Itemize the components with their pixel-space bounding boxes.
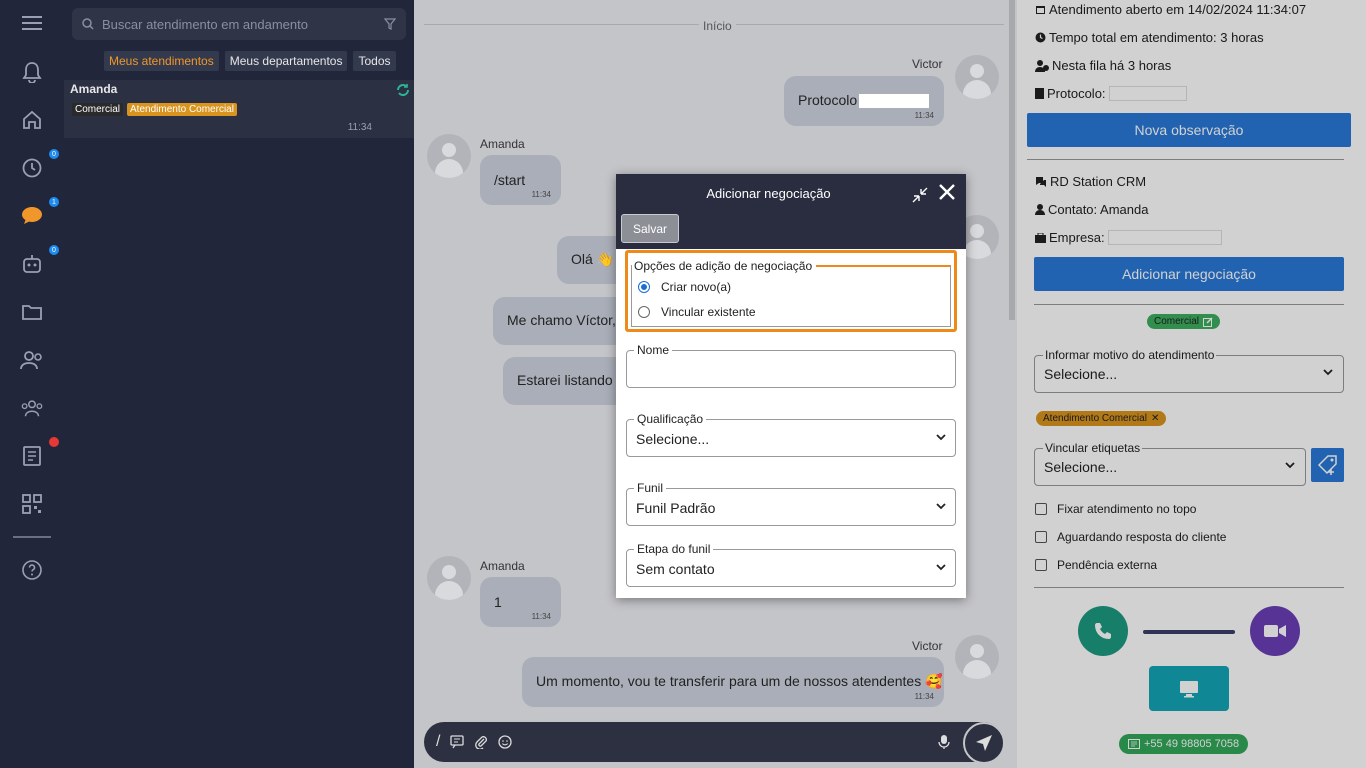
tag-service: Atendimento Comercial <box>127 103 237 116</box>
modal-title: Adicionar negociação <box>706 186 831 201</box>
chat-icon[interactable] <box>20 204 44 228</box>
radio-link-existing[interactable]: Vincular existente <box>638 305 756 319</box>
chevron-down-icon <box>936 564 946 571</box>
avatar <box>955 635 999 679</box>
funnel-label: Funil <box>634 481 667 495</box>
sender-name: Victor <box>912 639 943 653</box>
filter-tabs: Meus atendimentos Meus departamentos Tod… <box>104 51 396 71</box>
history-icon[interactable] <box>20 156 44 180</box>
qualification-value: Selecione... <box>636 431 710 447</box>
chat-scrollbar[interactable] <box>1009 0 1015 320</box>
deal-options-group: Opções de adição de negociação Criar nov… <box>625 250 957 332</box>
modal-backdrop <box>1017 0 1366 768</box>
avatar <box>955 55 999 99</box>
directory-badge <box>49 437 59 447</box>
conversation-time: 11:34 <box>347 122 372 133</box>
name-label: Nome <box>634 343 673 357</box>
funnel-select[interactable]: Funil Funil Padrão <box>626 481 956 526</box>
conversation-tags: Comercial Atendimento Comercial <box>72 103 237 116</box>
message-bubble[interactable]: Um momento, vou te transferir para um de… <box>522 657 944 707</box>
funnel-stage-select[interactable]: Etapa do funil Sem contato <box>626 542 956 587</box>
qr-icon[interactable] <box>20 492 44 516</box>
filter-icon[interactable] <box>384 18 396 30</box>
tab-my-chats[interactable]: Meus atendimentos <box>104 51 219 71</box>
emoji-icon[interactable] <box>498 735 513 749</box>
message-bubble[interactable]: Protocolo 11:34 <box>784 76 944 126</box>
groups-icon[interactable] <box>20 396 44 420</box>
message-text: 1 <box>494 594 502 610</box>
bell-icon[interactable] <box>20 60 44 84</box>
search-placeholder[interactable]: Buscar atendimento em andamento <box>102 17 384 32</box>
chevron-down-icon <box>936 434 946 441</box>
history-badge: 0 <box>49 149 59 159</box>
directory-icon[interactable] <box>20 444 44 468</box>
funnel-value: Funil Padrão <box>636 500 716 516</box>
date-label: Início <box>699 19 736 33</box>
microphone-icon[interactable] <box>938 734 950 750</box>
minimize-icon[interactable] <box>910 185 930 205</box>
tab-my-departments[interactable]: Meus departamentos <box>224 51 348 71</box>
message-time: 11:34 <box>914 692 934 701</box>
radio-link-label: Vincular existente <box>661 305 756 319</box>
details-panel: Atendimento aberto em 14/02/2024 11:34:0… <box>1017 0 1366 768</box>
chat-badge: 1 <box>49 197 59 207</box>
menu-icon[interactable] <box>20 11 44 35</box>
sender-name: Amanda <box>480 137 525 151</box>
message-text: Um momento, vou te transferir para um de… <box>536 673 943 689</box>
search-icon <box>82 18 94 30</box>
avatar <box>427 134 471 178</box>
conversation-name: Amanda <box>70 82 118 96</box>
radio-create-label: Criar novo(a) <box>661 280 732 294</box>
rail-divider <box>13 536 51 538</box>
message-composer[interactable]: / <box>424 722 1004 762</box>
message-text: Me chamo Víctor, <box>507 312 616 328</box>
sync-icon <box>396 83 410 100</box>
message-text: Estarei listando a <box>517 372 625 388</box>
attach-icon[interactable] <box>474 735 488 749</box>
radio-button[interactable] <box>638 281 650 293</box>
folder-icon[interactable] <box>20 300 44 324</box>
send-icon <box>976 735 992 751</box>
quick-reply-icon[interactable] <box>450 735 465 749</box>
message-text: Olá 👋 <box>571 251 615 267</box>
search-box[interactable]: Buscar atendimento em andamento <box>72 8 406 40</box>
name-field[interactable]: Nome <box>626 343 956 388</box>
sender-name: Amanda <box>480 559 525 573</box>
close-icon[interactable] <box>938 183 956 201</box>
options-legend: Opções de adição de negociação <box>632 259 817 273</box>
radio-button[interactable] <box>638 306 650 318</box>
bot-icon[interactable] <box>20 252 44 276</box>
send-button[interactable] <box>963 722 1005 764</box>
nav-rail: 0 1 0 <box>0 0 64 768</box>
funnel-stage-value: Sem contato <box>636 561 715 577</box>
chevron-down-icon <box>936 503 946 510</box>
funnel-stage-label: Etapa do funil <box>634 542 714 556</box>
tag-department: Comercial <box>72 103 124 116</box>
home-icon[interactable] <box>20 108 44 132</box>
message-text: Protocolo <box>798 92 858 108</box>
contacts-icon[interactable] <box>20 348 44 372</box>
modal-header: Adicionar negociação Salvar <box>616 174 966 249</box>
message-bubble[interactable]: /start 11:34 <box>480 155 561 205</box>
add-deal-modal: Adicionar negociação Salvar Opções de ad… <box>616 174 966 598</box>
radio-create-new[interactable]: Criar novo(a) <box>638 280 731 294</box>
conversation-list-panel: Buscar atendimento em andamento Meus ate… <box>64 0 414 768</box>
avatar <box>427 556 471 600</box>
qualification-label: Qualificação <box>634 412 707 426</box>
slash-command-icon[interactable]: / <box>436 733 440 751</box>
conversation-item[interactable]: Amanda Comercial Atendimento Comercial 1… <box>64 80 414 138</box>
redacted-protocol <box>859 94 930 109</box>
message-time: 11:34 <box>914 111 934 120</box>
message-bubble[interactable]: 1 11:34 <box>480 577 561 627</box>
sender-name: Victor <box>912 57 943 71</box>
qualification-select[interactable]: Qualificação Selecione... <box>626 412 956 457</box>
help-icon[interactable] <box>20 558 44 582</box>
message-text: /start <box>494 172 526 188</box>
message-time: 11:34 <box>531 190 551 199</box>
tab-all[interactable]: Todos <box>353 51 396 71</box>
bot-badge: 0 <box>49 245 59 255</box>
message-time: 11:34 <box>531 612 551 621</box>
app-root: 0 1 0 Buscar atendimento em andamento Me… <box>0 0 1366 768</box>
save-button[interactable]: Salvar <box>621 214 679 243</box>
